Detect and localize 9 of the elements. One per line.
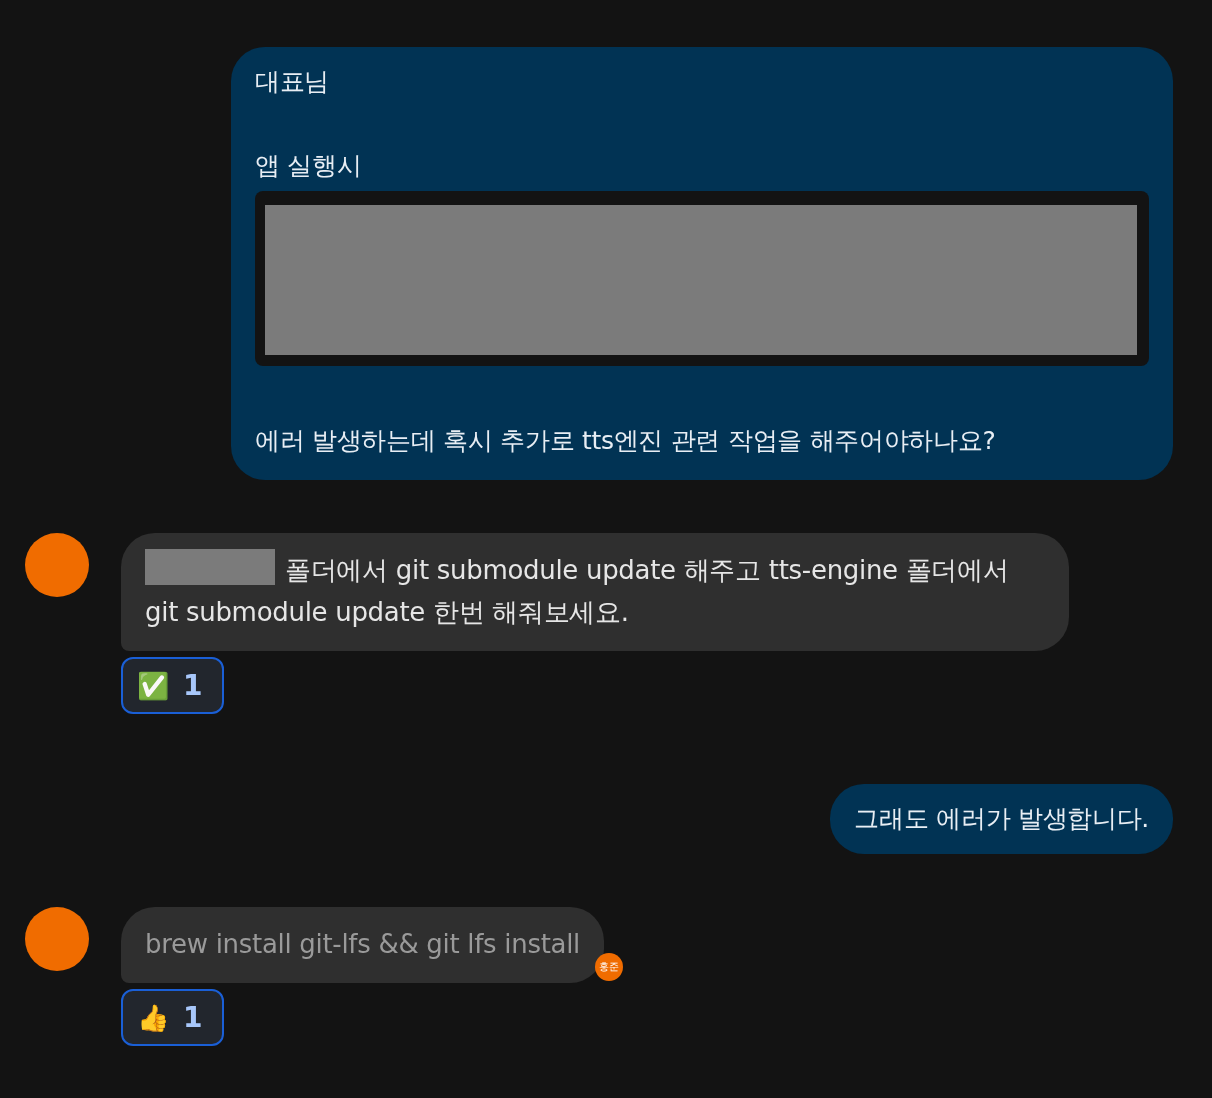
message-text: 에러 발생하는데 혹시 추가로 tts엔진 관련 작업을 해주어야하나요? <box>255 425 997 457</box>
message-text: 앱 실행시 <box>255 150 363 182</box>
message-text: 그래도 에러가 발생합니다. <box>854 803 1149 835</box>
reaction-chip[interactable]: ✅ 1 <box>121 657 225 714</box>
read-receipt-badge: 홍준 <box>595 953 624 981</box>
reaction-chip[interactable]: 👍 1 <box>121 989 225 1046</box>
message-text: 폴더에서 git submodule update 해주고 tts-engine 폴더에서 git submodule update 한번 해줘보세요. <box>145 555 1009 627</box>
message-text: 대표님 <box>255 66 331 98</box>
message-text: brew install git-lfs && git lfs install <box>145 929 581 959</box>
